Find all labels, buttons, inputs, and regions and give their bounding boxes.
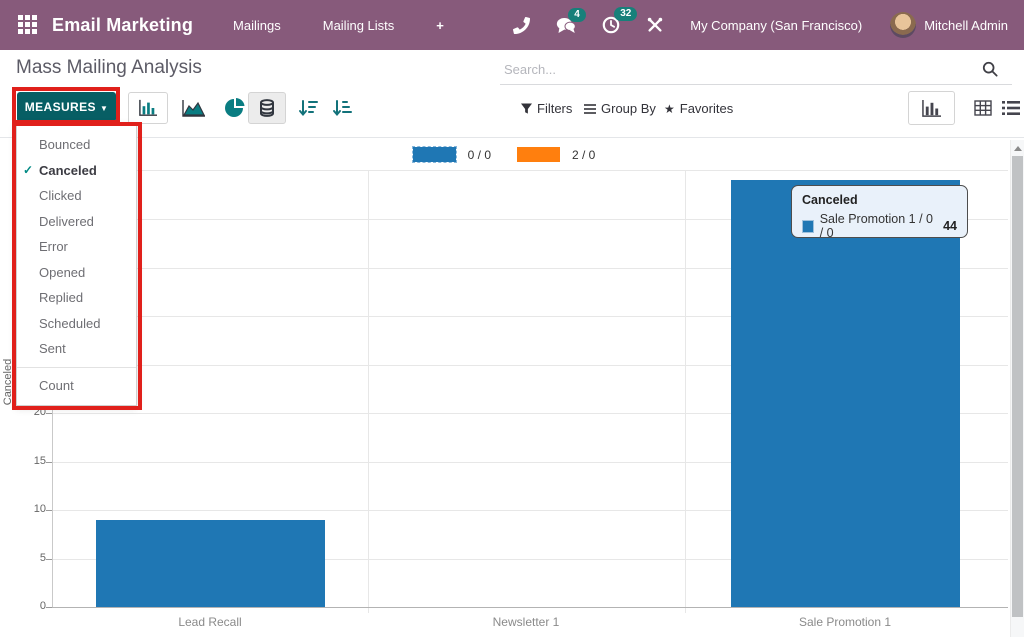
menu-item-clicked[interactable]: ✓Clicked — [17, 183, 136, 209]
tick-mark — [46, 510, 52, 511]
nav-item-mailings[interactable]: Mailings — [229, 12, 285, 39]
graph-view-icon — [921, 99, 942, 118]
tooltip-label: Sale Promotion 1 / 0 / 0 — [820, 212, 935, 240]
favorites-button[interactable]: ★ Favorites — [664, 101, 733, 116]
app-name[interactable]: Email Marketing — [52, 15, 193, 36]
y-tick: 0 — [14, 600, 46, 612]
x-label-lead-recall: Lead Recall — [100, 615, 320, 629]
menu-divider — [17, 367, 136, 368]
list-view-icon — [1002, 101, 1020, 115]
bar-lead-recall[interactable] — [96, 520, 325, 607]
group-by-button[interactable]: Group By — [584, 101, 656, 116]
sort-asc-button[interactable] — [330, 92, 354, 124]
x-label-newsletter-1: Newsletter 1 — [416, 615, 636, 629]
y-tick: 5 — [14, 552, 46, 564]
y-tick: 15 — [14, 455, 46, 467]
filter-icon — [521, 103, 532, 115]
bar-chart-type-button[interactable] — [128, 92, 168, 124]
tick-mark — [46, 607, 52, 608]
pie-chart-icon — [225, 98, 245, 118]
star-icon: ★ — [664, 102, 675, 116]
menu-item-scheduled[interactable]: ✓Scheduled — [17, 311, 136, 337]
x-axis-line — [52, 607, 1008, 608]
screen: Email Marketing Mailings Mailing Lists +… — [0, 0, 1024, 637]
area-chart-icon — [182, 99, 206, 117]
company-switcher[interactable]: My Company (San Francisco) — [690, 18, 862, 33]
tick-mark — [46, 559, 52, 560]
avatar[interactable] — [890, 12, 916, 38]
legend-swatch-orange[interactable] — [517, 147, 560, 162]
phone-icon[interactable] — [513, 17, 530, 34]
menu-item-sent[interactable]: ✓Sent — [17, 336, 136, 362]
nav-item-new[interactable]: + — [432, 12, 448, 39]
view-list-button[interactable] — [1000, 91, 1022, 125]
view-graph-button[interactable] — [908, 91, 955, 125]
menu-item-opened[interactable]: ✓Opened — [17, 260, 136, 286]
stacked-icon — [259, 99, 275, 117]
apps-grid-icon[interactable] — [18, 15, 38, 35]
messages-icon[interactable]: 4 — [556, 17, 576, 34]
gridline — [52, 170, 1008, 171]
nav-item-mailing-lists[interactable]: Mailing Lists — [319, 12, 399, 39]
menu-item-count[interactable]: ✓Count — [17, 373, 136, 399]
tooltip-swatch — [802, 220, 814, 233]
messages-badge: 4 — [568, 8, 586, 22]
tick-mark — [46, 413, 52, 414]
chart-tooltip: Canceled Sale Promotion 1 / 0 / 0 44 — [791, 185, 968, 238]
mass-mailing-chart: 0 / 0 2 / 0 0 5 10 15 20 25 30 35 40 45 — [0, 140, 1024, 637]
group-by-icon — [584, 103, 596, 115]
tick-mark — [46, 462, 52, 463]
divider — [0, 137, 1024, 138]
user-menu[interactable]: Mitchell Admin — [924, 18, 1008, 33]
menu-item-delivered[interactable]: ✓Delivered — [17, 209, 136, 235]
category-separator — [685, 170, 686, 613]
sort-desc-button[interactable] — [296, 92, 320, 124]
view-pivot-button[interactable] — [972, 91, 994, 125]
page-title: Mass Mailing Analysis — [16, 57, 202, 79]
legend-swatch-blue[interactable] — [413, 147, 456, 162]
menu-item-bounced[interactable]: ✓Bounced — [17, 132, 136, 158]
navbar: Email Marketing Mailings Mailing Lists +… — [0, 0, 1024, 50]
bar-chart-icon — [138, 99, 158, 117]
activities-badge: 32 — [614, 7, 637, 21]
y-tick: 10 — [14, 503, 46, 515]
tools-icon[interactable] — [646, 16, 664, 34]
tooltip-value: 44 — [943, 219, 957, 233]
sort-desc-icon — [298, 99, 318, 117]
search-input[interactable]: Search... — [500, 54, 1012, 85]
y-tick: 20 — [14, 406, 46, 418]
y-axis-title: Canceled — [2, 341, 14, 423]
pie-chart-type-button[interactable] — [222, 92, 248, 124]
measures-dropdown: ✓Bounced ✓Canceled ✓Clicked ✓Delivered ✓… — [16, 124, 137, 406]
search-placeholder: Search... — [504, 62, 982, 77]
menu-item-replied[interactable]: ✓Replied — [17, 285, 136, 311]
pivot-view-icon — [974, 100, 992, 116]
measures-button[interactable]: MEASURES▼ — [17, 92, 116, 122]
stacked-toggle-button[interactable] — [248, 92, 286, 124]
check-icon: ✓ — [23, 163, 33, 177]
menu-item-canceled[interactable]: ✓Canceled — [17, 158, 136, 184]
search-icon[interactable] — [982, 61, 998, 77]
scroll-up-arrow[interactable] — [1014, 146, 1022, 151]
sort-asc-icon — [332, 99, 352, 117]
legend-label-blue[interactable]: 0 / 0 — [468, 148, 491, 162]
chart-legend: 0 / 0 2 / 0 — [0, 147, 1008, 162]
caret-down-icon: ▼ — [100, 104, 108, 113]
category-separator — [368, 170, 369, 613]
x-label-sale-promotion-1: Sale Promotion 1 — [735, 615, 955, 629]
vertical-scrollbar[interactable] — [1010, 140, 1024, 637]
scrollbar-thumb[interactable] — [1012, 156, 1023, 617]
line-chart-type-button[interactable] — [180, 92, 208, 124]
activities-icon[interactable]: 32 — [602, 16, 620, 34]
bar-sale-promotion-1[interactable] — [731, 180, 960, 607]
menu-item-error[interactable]: ✓Error — [17, 234, 136, 260]
legend-label-orange[interactable]: 2 / 0 — [572, 148, 595, 162]
filters-button[interactable]: Filters — [521, 101, 572, 116]
tooltip-title: Canceled — [802, 193, 957, 207]
